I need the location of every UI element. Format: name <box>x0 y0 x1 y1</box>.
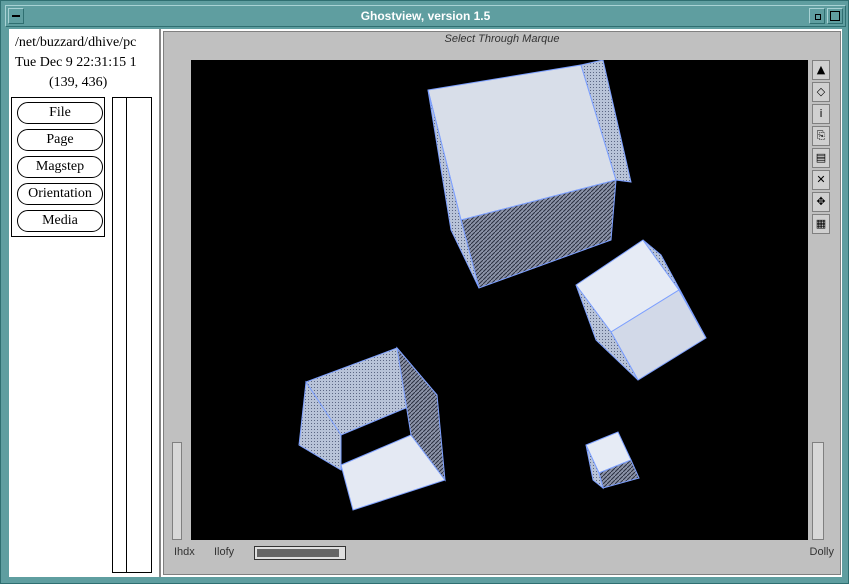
document-title: Select Through Marque <box>444 33 560 45</box>
grid-icon[interactable]: ▦ <box>812 214 830 234</box>
page-list-scrollbar[interactable] <box>112 97 152 573</box>
left-scrollbar[interactable] <box>172 442 182 540</box>
cubes-drawing <box>298 59 707 511</box>
control-panel: /net/buzzard/dhive/pc Tue Dec 9 22:31:15… <box>9 29 159 577</box>
status-right: Dolly <box>809 546 834 558</box>
client-area: /net/buzzard/dhive/pc Tue Dec 9 22:31:15… <box>9 29 842 577</box>
orientation-button[interactable]: Orientation <box>17 183 103 205</box>
zoom-slider[interactable] <box>254 546 346 560</box>
medium-cube <box>575 239 707 381</box>
status-left2: Ilofy <box>214 546 235 558</box>
pane-separator[interactable] <box>159 29 161 577</box>
window-title: Ghostview, version 1.5 <box>360 9 491 23</box>
move-icon[interactable]: ✥ <box>812 192 830 212</box>
date-label: Tue Dec 9 22:31:15 1 <box>15 55 137 70</box>
document-canvas[interactable] <box>191 59 808 540</box>
menu-box: File Page Magstep Orientation Media <box>11 97 105 237</box>
minimize-button[interactable] <box>809 8 825 24</box>
arrow-icon[interactable]: ▲ <box>812 60 830 80</box>
page-icon[interactable]: ▤ <box>812 148 830 168</box>
document-view: Select Through Marque ▲ ◇ i ⎘ ▤ ✕ ✥ ▦ Ih… <box>163 31 841 575</box>
maximize-button[interactable] <box>827 8 843 24</box>
zoom-slider-fill <box>257 549 339 557</box>
page-button[interactable]: Page <box>17 129 103 151</box>
main-window: Ghostview, version 1.5 /net/buzzard/dhiv… <box>0 0 849 584</box>
left-cube <box>298 346 446 511</box>
tool-palette: ▲ ◇ i ⎘ ▤ ✕ ✥ ▦ <box>812 60 830 240</box>
small-cube <box>585 431 640 490</box>
close-icon[interactable]: ✕ <box>812 170 830 190</box>
status-bar: Ihdx Ilofy Dolly <box>174 544 834 564</box>
media-button[interactable]: Media <box>17 210 103 232</box>
magstep-button[interactable]: Magstep <box>17 156 103 178</box>
coordinate-readout: (139, 436) <box>49 75 108 90</box>
info-icon[interactable]: i <box>812 104 830 124</box>
file-path: /net/buzzard/dhive/pc <box>15 35 137 50</box>
status-left1: Ihdx <box>174 546 195 558</box>
right-scrollbar[interactable] <box>812 442 824 540</box>
copy-icon[interactable]: ⎘ <box>812 126 830 146</box>
vertex-icon[interactable]: ◇ <box>812 82 830 102</box>
large-cube <box>427 59 632 289</box>
title-bar[interactable]: Ghostview, version 1.5 <box>5 5 846 27</box>
scrollbar-divider <box>126 98 127 572</box>
file-button[interactable]: File <box>17 102 103 124</box>
